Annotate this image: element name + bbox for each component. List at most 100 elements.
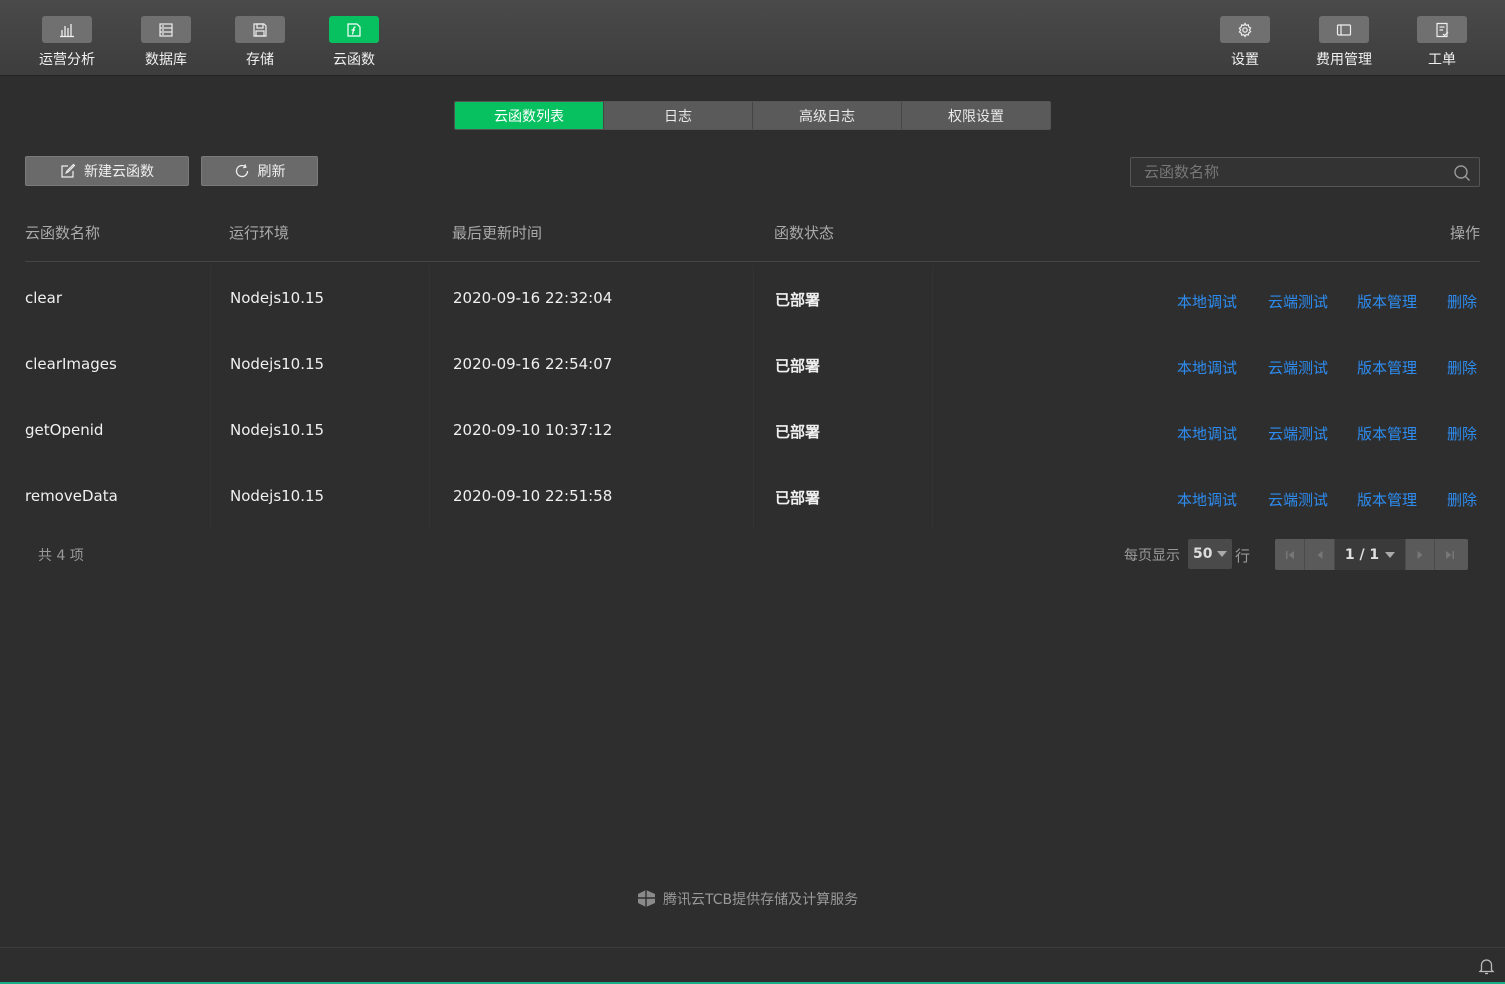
toolbar-label: 云函数 bbox=[333, 52, 375, 68]
last-page-button[interactable] bbox=[1435, 539, 1465, 570]
top-toolbar: 运营分析 数据库 存储 云函数 设置 费用管理 工单 bbox=[0, 0, 1505, 76]
toolbar-cloud-function[interactable]: 云函数 bbox=[319, 16, 389, 69]
header-name: 云函数名称 bbox=[25, 224, 101, 242]
tab-logs[interactable]: 日志 bbox=[604, 102, 753, 129]
save-icon bbox=[235, 16, 285, 43]
pager: 1 / 1 bbox=[1275, 539, 1468, 570]
first-page-button[interactable] bbox=[1275, 539, 1305, 570]
prev-page-icon bbox=[1317, 550, 1322, 559]
next-page-button[interactable] bbox=[1405, 539, 1435, 570]
function-name: getOpenid bbox=[25, 421, 104, 439]
header-status: 函数状态 bbox=[774, 224, 835, 242]
per-page-select[interactable]: 50 bbox=[1188, 539, 1232, 569]
brand-text: 腾讯云TCB提供存储及计算服务 bbox=[663, 891, 859, 908]
search-input[interactable] bbox=[1131, 158, 1479, 186]
toolbar-billing[interactable]: 费用管理 bbox=[1309, 16, 1379, 69]
cloud-test-link[interactable]: 云端测试 bbox=[1268, 423, 1328, 444]
function-status: 已部署 bbox=[775, 291, 821, 309]
chevron-down-icon bbox=[1385, 551, 1396, 558]
function-runtime: Nodejs10.15 bbox=[230, 355, 325, 373]
delete-link[interactable]: 删除 bbox=[1447, 357, 1477, 378]
per-page-suffix: 行 bbox=[1235, 547, 1251, 565]
toolbar-storage[interactable]: 存储 bbox=[225, 16, 295, 69]
function-name: clearImages bbox=[25, 355, 117, 373]
cloud-test-link[interactable]: 云端测试 bbox=[1268, 291, 1328, 312]
database-icon bbox=[141, 16, 191, 43]
tab-advanced-logs[interactable]: 高级日志 bbox=[753, 102, 902, 129]
toolbar-database[interactable]: 数据库 bbox=[131, 16, 201, 69]
tab-permissions[interactable]: 权限设置 bbox=[902, 102, 1050, 129]
local-debug-link[interactable]: 本地调试 bbox=[1177, 489, 1237, 510]
function-updated: 2020-09-10 22:51:58 bbox=[453, 487, 613, 505]
toolbar-label: 设置 bbox=[1231, 52, 1259, 68]
table-row: getOpenid Nodejs10.15 2020-09-10 10:37:1… bbox=[25, 397, 1480, 463]
function-status: 已部署 bbox=[775, 423, 821, 441]
per-page-value: 50 bbox=[1193, 546, 1213, 562]
last-page-icon bbox=[1446, 550, 1454, 559]
table-header: 云函数名称 运行环境 最后更新时间 函数状态 操作 bbox=[25, 222, 1480, 262]
delete-link[interactable]: 删除 bbox=[1447, 423, 1477, 444]
search-icon[interactable] bbox=[1453, 164, 1471, 182]
tencent-cloud-logo-icon bbox=[638, 890, 655, 907]
ticket-icon bbox=[1417, 16, 1467, 43]
local-debug-link[interactable]: 本地调试 bbox=[1177, 357, 1237, 378]
table-row: clearImages Nodejs10.15 2020-09-16 22:54… bbox=[25, 331, 1480, 397]
function-name: clear bbox=[25, 289, 63, 307]
toolbar-operations-analysis[interactable]: 运营分析 bbox=[32, 16, 102, 69]
function-runtime: Nodejs10.15 bbox=[230, 289, 325, 307]
next-page-icon bbox=[1417, 550, 1423, 559]
per-page-label: 每页显示 bbox=[1124, 548, 1180, 564]
bottom-status-bar bbox=[0, 947, 1505, 984]
page-select[interactable]: 1 / 1 bbox=[1335, 539, 1405, 570]
total-count: 共 4 项 bbox=[38, 548, 84, 564]
version-manage-link[interactable]: 版本管理 bbox=[1357, 357, 1417, 378]
header-operations: 操作 bbox=[1449, 224, 1480, 242]
function-updated: 2020-09-10 10:37:12 bbox=[453, 421, 613, 439]
function-updated: 2020-09-16 22:32:04 bbox=[453, 289, 613, 307]
new-function-button[interactable]: 新建云函数 bbox=[25, 156, 189, 186]
toolbar-label: 数据库 bbox=[145, 52, 187, 68]
delete-link[interactable]: 删除 bbox=[1447, 291, 1477, 312]
local-debug-link[interactable]: 本地调试 bbox=[1177, 291, 1237, 312]
function-updated: 2020-09-16 22:54:07 bbox=[453, 355, 613, 373]
tab-function-list[interactable]: 云函数列表 bbox=[455, 102, 604, 129]
bell-icon[interactable] bbox=[1478, 957, 1495, 975]
toolbar-label: 费用管理 bbox=[1316, 52, 1372, 68]
toolbar-settings[interactable]: 设置 bbox=[1210, 16, 1280, 69]
function-status: 已部署 bbox=[775, 357, 821, 375]
function-name: removeData bbox=[25, 487, 118, 505]
page-indicator: 1 / 1 bbox=[1344, 546, 1380, 563]
toolbar-label: 运营分析 bbox=[39, 52, 95, 68]
delete-link[interactable]: 删除 bbox=[1447, 489, 1477, 510]
card-icon bbox=[1319, 16, 1369, 43]
prev-page-button[interactable] bbox=[1305, 539, 1335, 570]
refresh-icon bbox=[235, 164, 248, 178]
function-status: 已部署 bbox=[775, 489, 821, 507]
refresh-label: 刷新 bbox=[257, 164, 286, 180]
toolbar-label: 工单 bbox=[1428, 52, 1456, 68]
gear-icon bbox=[1220, 16, 1270, 43]
version-manage-link[interactable]: 版本管理 bbox=[1357, 489, 1417, 510]
header-updated: 最后更新时间 bbox=[452, 224, 543, 242]
function-runtime: Nodejs10.15 bbox=[230, 487, 325, 505]
footer-brand: 腾讯云TCB提供存储及计算服务 bbox=[636, 888, 858, 909]
bar-chart-icon bbox=[42, 16, 92, 43]
table-row: clear Nodejs10.15 2020-09-16 22:32:04 已部… bbox=[25, 265, 1480, 331]
local-debug-link[interactable]: 本地调试 bbox=[1177, 423, 1237, 444]
table-row: removeData Nodejs10.15 2020-09-10 22:51:… bbox=[25, 463, 1480, 529]
function-runtime: Nodejs10.15 bbox=[230, 421, 325, 439]
toolbar-ticket[interactable]: 工单 bbox=[1407, 16, 1477, 69]
cloud-test-link[interactable]: 云端测试 bbox=[1268, 489, 1328, 510]
toolbar-label: 存储 bbox=[246, 52, 274, 68]
refresh-button[interactable]: 刷新 bbox=[201, 156, 318, 186]
edit-icon bbox=[61, 163, 76, 178]
version-manage-link[interactable]: 版本管理 bbox=[1357, 291, 1417, 312]
search-box bbox=[1130, 157, 1480, 187]
header-runtime: 运行环境 bbox=[229, 224, 290, 242]
cloud-test-link[interactable]: 云端测试 bbox=[1268, 357, 1328, 378]
first-page-icon bbox=[1285, 550, 1294, 559]
new-function-label: 新建云函数 bbox=[84, 164, 154, 180]
version-manage-link[interactable]: 版本管理 bbox=[1357, 423, 1417, 444]
function-tabs: 云函数列表 日志 高级日志 权限设置 bbox=[454, 101, 1051, 130]
function-icon bbox=[329, 16, 379, 43]
